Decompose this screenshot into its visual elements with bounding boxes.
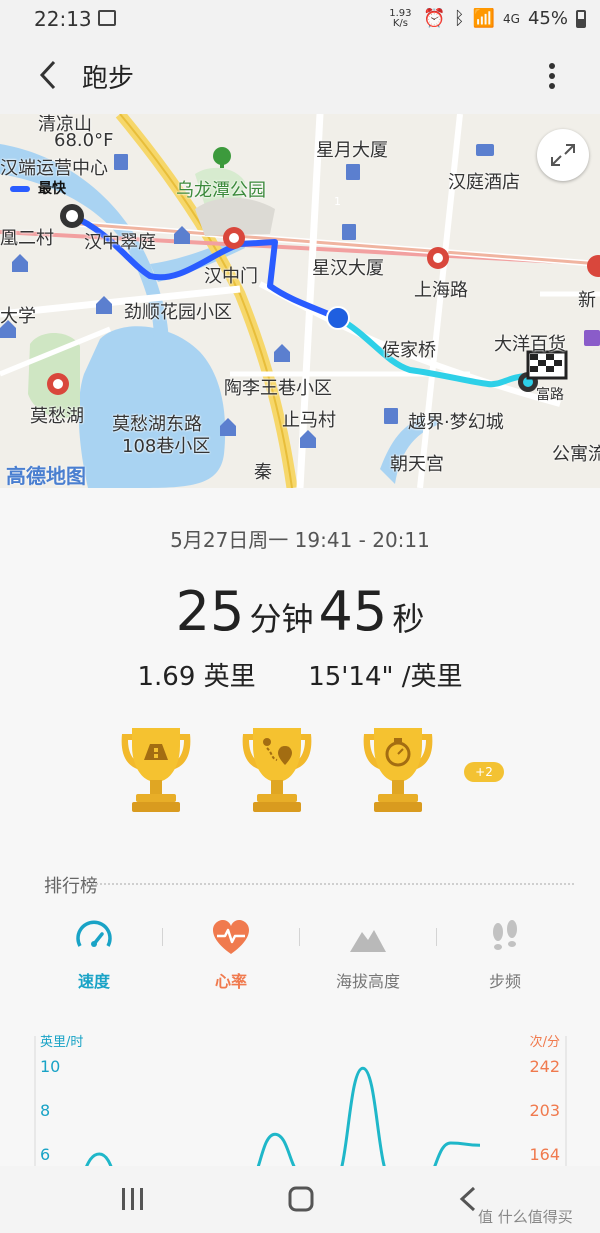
expand-icon bbox=[551, 144, 575, 166]
map-label: 大学 bbox=[0, 306, 36, 327]
map-label: 公寓流 bbox=[552, 444, 600, 465]
heart-rate-icon bbox=[213, 920, 249, 954]
y-tick-right: 203 bbox=[529, 1101, 560, 1120]
tab-cadence-label: 步频 bbox=[488, 972, 521, 991]
battery-icon bbox=[576, 9, 586, 28]
map-label: 星月大厦 bbox=[316, 140, 388, 161]
map-label: 富路 bbox=[536, 387, 564, 403]
map-label: 汉端运营中心 bbox=[0, 158, 108, 179]
more-options-icon[interactable] bbox=[540, 60, 564, 92]
y-tick-left: 8 bbox=[40, 1101, 50, 1120]
map-label: 108巷小区 bbox=[122, 436, 211, 457]
more-badges-pill[interactable]: +2 bbox=[464, 762, 504, 782]
map-label: 秦 bbox=[254, 462, 272, 483]
map-label: 止马村 bbox=[282, 410, 336, 431]
map-label: 汉中门 bbox=[204, 266, 258, 287]
expand-map-button[interactable] bbox=[537, 129, 589, 181]
stopwatch-trophy-icon[interactable] bbox=[350, 724, 446, 816]
km-marker-label: 1 bbox=[334, 195, 341, 208]
map-temperature: 68.0°F bbox=[54, 130, 114, 151]
y-axis-right-label: 次/分 bbox=[530, 1034, 560, 1050]
duration-seconds: 45 bbox=[318, 580, 388, 643]
workout-duration: 25 分钟 45 秒 bbox=[0, 580, 600, 643]
status-right: 1.93 K/s ⏰ ᛒ 📶 4G 45% bbox=[385, 8, 586, 29]
map-label: 劲顺花园小区 bbox=[124, 302, 232, 323]
y-tick-right: 242 bbox=[529, 1057, 560, 1076]
speed-series-line bbox=[85, 1066, 481, 1166]
map-legend: 最快 bbox=[10, 178, 66, 198]
map-label: 侯家桥 bbox=[382, 340, 436, 361]
status-bar: 22:13 1.93 K/s ⏰ ᛒ 📶 4G 45% bbox=[0, 0, 600, 38]
tab-altitude[interactable]: 海拔高度 bbox=[300, 918, 436, 992]
watermark: 值 什么值得买 bbox=[478, 1208, 573, 1226]
alarm-icon: ⏰ bbox=[423, 8, 446, 29]
duration-minutes: 25 bbox=[175, 580, 245, 643]
legend-fast-swatch bbox=[10, 186, 30, 192]
y-tick-left: 10 bbox=[40, 1057, 60, 1076]
y-axis-left-label: 英里/时 bbox=[40, 1035, 83, 1050]
back-nav-icon[interactable] bbox=[456, 1184, 480, 1214]
battery-percent: 45% bbox=[527, 8, 568, 29]
map-label: 乌龙潭公园 bbox=[176, 180, 266, 201]
system-nav-bar: 值 什么值得买 bbox=[0, 1166, 600, 1233]
bluetooth-icon: ᛒ bbox=[453, 8, 465, 29]
map-label: 陶李王巷小区 bbox=[224, 378, 332, 399]
map-label: 凰二村 bbox=[0, 228, 54, 249]
tab-heart-rate-label: 心率 bbox=[214, 972, 247, 991]
map-label: 星汉大厦 bbox=[312, 258, 384, 279]
tab-speed[interactable]: 速度 bbox=[26, 918, 162, 992]
app-header: 跑步 bbox=[0, 38, 600, 114]
signal-icon: 4G bbox=[503, 11, 520, 26]
duration-minutes-unit: 分钟 bbox=[249, 600, 314, 638]
map-label: 上海路 bbox=[414, 280, 468, 301]
workout-stats: 1.69 英里 15'14" /英里 bbox=[0, 656, 600, 693]
duration-seconds-unit: 秒 bbox=[392, 600, 425, 638]
back-arrow-icon[interactable] bbox=[34, 58, 64, 92]
route-trophy-icon[interactable] bbox=[229, 724, 325, 816]
speedometer-icon bbox=[76, 920, 112, 947]
recent-apps-icon[interactable] bbox=[118, 1186, 148, 1212]
map-label: 莫愁湖 bbox=[30, 406, 84, 427]
net-speed: 1.93 K/s bbox=[389, 7, 412, 29]
home-icon[interactable] bbox=[286, 1184, 316, 1214]
page-title: 跑步 bbox=[82, 64, 135, 94]
tab-speed-label: 速度 bbox=[77, 972, 110, 991]
map-label: 汉中翠庭 bbox=[84, 232, 156, 253]
footprints-icon bbox=[493, 920, 517, 950]
map-label: 新 bbox=[578, 290, 596, 311]
tab-altitude-label: 海拔高度 bbox=[335, 972, 400, 991]
wifi-icon: 📶 bbox=[472, 8, 496, 29]
amap-logo: 高德地图 bbox=[6, 464, 86, 488]
status-time: 22:13 bbox=[34, 7, 92, 31]
y-tick-left: 6 bbox=[40, 1145, 50, 1164]
ranking-divider bbox=[92, 883, 574, 885]
route-map[interactable]: 清凉山 68.0°F 汉端运营中心 乌龙潭公园 星月大厦 汉庭酒店 凰二村 汉中… bbox=[0, 114, 600, 488]
ranking-title: 排行榜 bbox=[44, 876, 98, 897]
speed-heart-chart: 英里/时 次/分 10 8 6 242 203 164 bbox=[0, 1028, 600, 1166]
workout-pace: 15'14" /英里 bbox=[308, 662, 463, 692]
tab-cadence[interactable]: 步频 bbox=[437, 918, 573, 992]
legend-fast-label: 最快 bbox=[38, 181, 66, 197]
workout-summary: 5月27日周一 19:41 - 20:11 25 分钟 45 秒 1.69 英里… bbox=[0, 488, 600, 850]
workout-date: 5月27日周一 19:41 - 20:11 bbox=[170, 528, 430, 552]
y-tick-right: 164 bbox=[529, 1145, 560, 1164]
map-label: 朝天宫 bbox=[390, 454, 444, 475]
image-notification-icon bbox=[98, 10, 116, 26]
workout-distance: 1.69 英里 bbox=[137, 662, 256, 692]
map-label: 越界·梦幻城 bbox=[408, 412, 504, 433]
mountain-icon bbox=[350, 930, 386, 952]
chart-canvas: 英里/时 次/分 10 8 6 242 203 164 bbox=[34, 1034, 567, 1166]
road-trophy-icon[interactable] bbox=[108, 724, 204, 816]
tab-heart-rate[interactable]: 心率 bbox=[163, 918, 299, 992]
map-label: 大洋百货 bbox=[494, 334, 566, 355]
map-label: 汉庭酒店 bbox=[448, 172, 520, 193]
